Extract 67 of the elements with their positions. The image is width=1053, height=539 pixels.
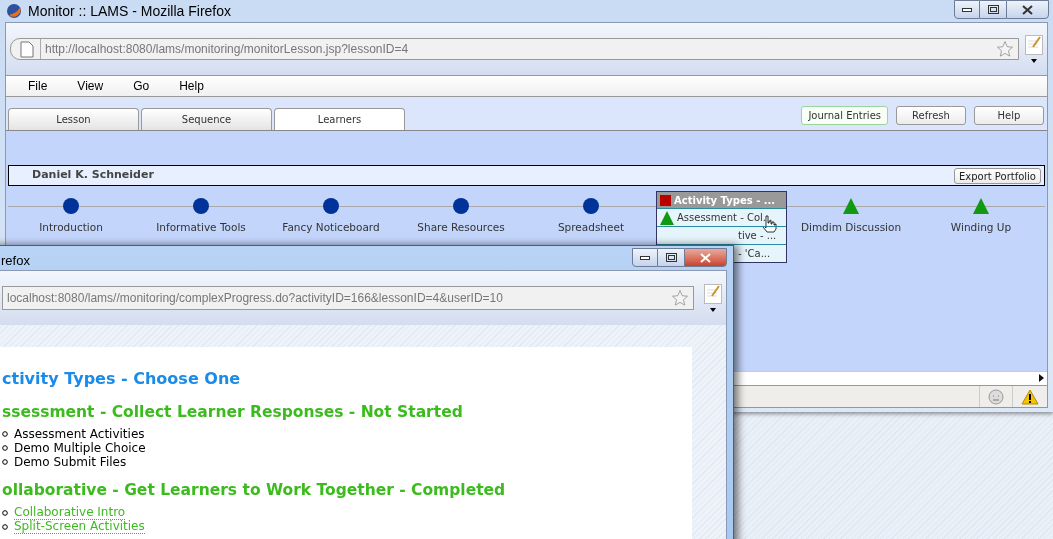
triangle-icon — [973, 198, 989, 214]
circle-icon — [323, 198, 339, 214]
bookmark-star-icon[interactable] — [671, 289, 689, 307]
close-button[interactable] — [684, 248, 727, 267]
url-text: localhost:8080/lams//monitoring/complexProgress.do?activityID=166&lessonID=4&userID=10 — [7, 290, 504, 307]
menu-item[interactable]: Go — [133, 77, 150, 95]
section-heading: ollaborative - Get Learners to Work Together - Completed — [2, 480, 507, 502]
activity-label[interactable]: Informative Tools — [156, 220, 246, 236]
dropdown-option[interactable]: - 'Ca... — [738, 246, 771, 261]
address-field[interactable]: localhost:8080/lams//monitoring/complexProgress.do?activityID=166&lessonID=4&userID=10 — [2, 286, 694, 310]
activity-label[interactable]: Spreadsheet — [557, 220, 625, 236]
toolbar-button[interactable]: Help — [974, 106, 1044, 125]
learner-name: Daniel K. Schneider — [32, 167, 154, 184]
section-heading: ssessment - Collect Learner Responses - Not Started — [2, 402, 464, 423]
dropdown-option[interactable]: tive - ... — [738, 228, 777, 243]
close-button[interactable] — [1006, 0, 1049, 19]
bullet-icon — [2, 459, 8, 466]
tab[interactable]: Sequence — [141, 108, 272, 130]
triangle-icon — [843, 198, 859, 214]
window-title: Monitor :: LAMS - Mozilla Firefox — [28, 1, 232, 21]
maximize-icon — [665, 253, 677, 262]
circle-icon — [193, 198, 209, 214]
minimize-button[interactable] — [954, 0, 980, 19]
tab[interactable]: Lesson — [8, 108, 139, 130]
minimize-icon — [962, 7, 972, 12]
menu-item[interactable]: View — [77, 77, 104, 95]
toolbar-button[interactable]: Journal Entries — [801, 106, 888, 125]
toolbar-button[interactable]: Refresh — [896, 106, 966, 125]
browser-logo-icon — [6, 3, 22, 19]
close-icon — [1022, 4, 1033, 15]
page-heading: ctivity Types - Choose One — [2, 368, 242, 390]
dropdown-caret-icon[interactable] — [710, 308, 716, 312]
url-text: http://localhost:8080/lams/monitoring/monitorLesson.jsp?lessonID=4 — [45, 41, 410, 58]
menu-item[interactable]: Help — [179, 77, 204, 95]
activity-name: Demo Multiple Choice — [14, 440, 146, 456]
minimize-button[interactable] — [632, 248, 658, 267]
activity-name: Assessment Activities — [14, 426, 145, 442]
minimize-icon — [640, 255, 650, 260]
dropdown-option[interactable]: Assessment - Col... — [657, 208, 786, 226]
dropdown-caret-icon[interactable] — [1031, 59, 1037, 63]
bookmark-star-icon[interactable] — [996, 40, 1014, 58]
activity-label[interactable]: Share Resources — [417, 220, 505, 236]
maximize-button[interactable] — [980, 0, 1006, 19]
square-icon — [660, 194, 671, 206]
maximize-button[interactable] — [658, 248, 684, 267]
activity-label[interactable]: Dimdim Discussion — [800, 220, 902, 236]
activity-name: Demo Submit Files — [14, 455, 127, 472]
circle-icon — [63, 198, 79, 214]
circle-icon — [453, 198, 469, 214]
dropdown-title: Activity Types - ... — [674, 193, 776, 208]
close-icon — [700, 252, 711, 263]
bullet-icon — [2, 509, 8, 516]
activity-label[interactable]: Fancy Noticeboard — [282, 220, 380, 236]
activity-label[interactable]: Introduction — [39, 220, 103, 236]
activity-label[interactable]: Winding Up — [950, 220, 1012, 236]
bullet-icon — [2, 523, 8, 530]
triangle-icon — [660, 210, 674, 225]
maximize-icon — [987, 5, 999, 14]
bullet-icon — [2, 445, 8, 452]
circle-icon — [583, 198, 599, 214]
warning-icon — [1021, 388, 1039, 405]
window-title: refox — [1, 252, 30, 270]
export-portfolio-button[interactable]: Export Portfolio — [953, 167, 1041, 184]
bullet-icon — [2, 431, 8, 438]
menu-item[interactable]: File — [28, 77, 48, 95]
tab[interactable]: Learners — [274, 108, 405, 130]
address-field[interactable]: http://localhost:8080/lams/monitoring/monitorLesson.jsp?lessonID=4 — [10, 38, 1019, 60]
